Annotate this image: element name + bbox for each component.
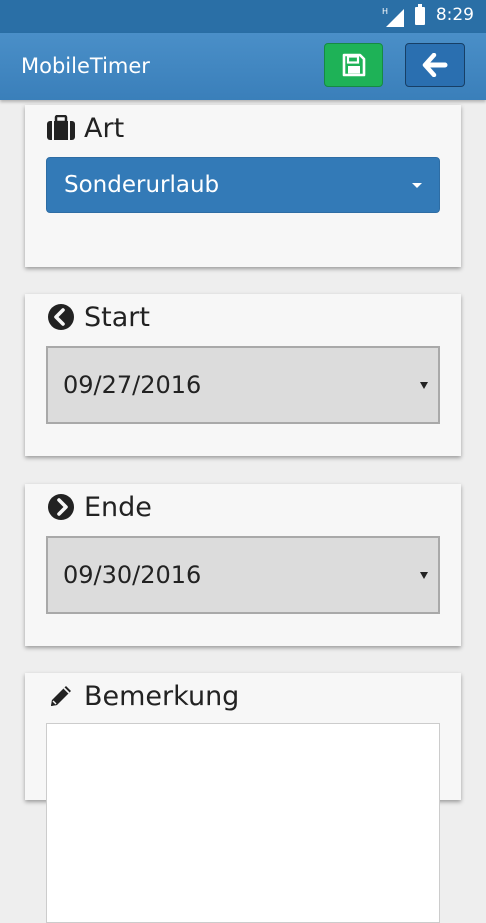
bemerkung-header: Bemerkung — [46, 679, 239, 713]
art-selected-value: Sonderurlaub — [64, 172, 220, 198]
status-bar: H 8:29 — [0, 0, 486, 33]
art-label: Art — [84, 112, 125, 144]
art-header: Art — [46, 111, 124, 145]
battery-icon — [415, 4, 425, 25]
bemerkung-label: Bemerkung — [84, 680, 240, 712]
bemerkung-textarea[interactable] — [46, 723, 440, 923]
chevron-circle-left-icon — [46, 302, 76, 332]
start-date-select[interactable]: 09/27/2016 — [46, 346, 440, 424]
briefcase-icon — [46, 113, 76, 143]
art-panel: Art Sonderurlaub — [25, 105, 461, 267]
chevron-down-icon — [412, 183, 422, 188]
art-dropdown[interactable]: Sonderurlaub — [46, 157, 440, 213]
arrow-left-icon — [422, 53, 448, 77]
caret-down-icon — [420, 572, 428, 579]
app-title: MobileTimer — [21, 54, 150, 78]
save-button[interactable] — [324, 43, 383, 87]
caret-down-icon — [420, 382, 428, 389]
back-button[interactable] — [405, 43, 465, 87]
ende-date-select[interactable]: 09/30/2016 — [46, 536, 440, 614]
signal-icon: H — [382, 7, 404, 27]
start-date-value: 09/27/2016 — [63, 371, 202, 399]
ende-label: Ende — [84, 491, 152, 523]
svg-text:H: H — [382, 7, 388, 16]
start-panel: Start 09/27/2016 — [25, 294, 461, 456]
start-label: Start — [84, 301, 150, 333]
floppy-disk-icon — [342, 53, 365, 77]
ende-date-value: 09/30/2016 — [63, 561, 202, 589]
clock: 8:29 — [435, 5, 474, 25]
chevron-circle-right-icon — [46, 492, 76, 522]
bemerkung-panel: Bemerkung — [25, 673, 461, 923]
start-header: Start — [46, 300, 150, 334]
ende-header: Ende — [46, 490, 152, 524]
ende-panel: Ende 09/30/2016 — [25, 484, 461, 646]
app-header: MobileTimer — [0, 33, 486, 100]
pencil-icon — [46, 681, 76, 711]
